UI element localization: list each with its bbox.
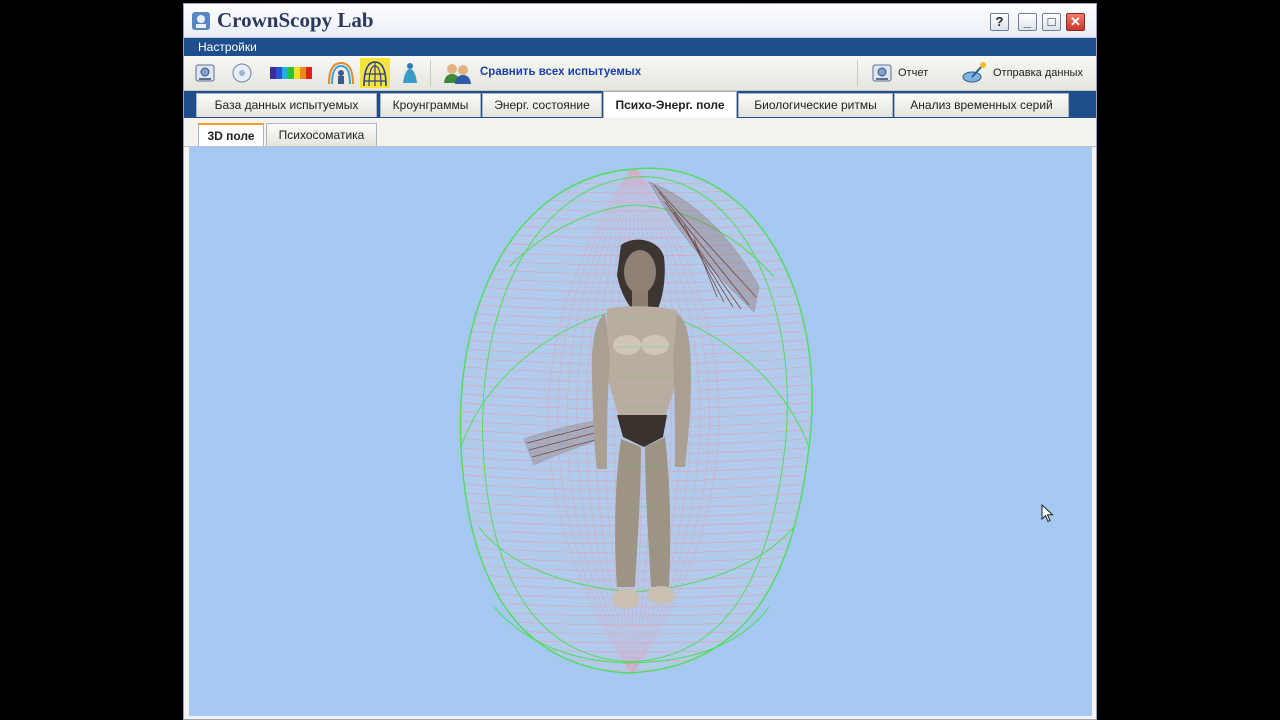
toolbar-separator: [857, 60, 858, 86]
report-icon[interactable]: [870, 61, 894, 85]
tab-crowngrams[interactable]: Кроунграммы: [380, 93, 481, 117]
menu-bar: Настройки: [184, 38, 1096, 56]
sub-tab-bar: 3D поле Психосоматика: [184, 118, 1096, 147]
tab-biological-rhythms[interactable]: Биологические ритмы: [738, 93, 893, 117]
menu-item-settings[interactable]: Настройки: [198, 40, 257, 54]
subtab-3d-field[interactable]: 3D поле: [198, 123, 264, 146]
subtab-psychosomatics[interactable]: Психосоматика: [266, 123, 377, 146]
tab-subjects-database[interactable]: База данных испытуемых: [196, 93, 377, 117]
app-window: CrownScopy Lab ? _ □ ✕ Настройки Сравнит…: [183, 3, 1097, 720]
title-bar[interactable]: CrownScopy Lab ? _ □ ✕: [184, 4, 1096, 38]
app-title: CrownScopy Lab: [217, 8, 374, 32]
people-compare-icon[interactable]: [442, 61, 474, 85]
minimize-button[interactable]: _: [1018, 13, 1037, 31]
globe-grid-icon[interactable]: [360, 58, 390, 88]
app-logo-icon: [192, 12, 210, 30]
disc-icon[interactable]: [230, 61, 254, 85]
report-button[interactable]: Отчет: [898, 67, 928, 79]
bell-figure-icon[interactable]: [398, 61, 422, 85]
psycho-energy-field-render: [459, 167, 813, 674]
toolbar: Сравнить всех испытуемых Отчет Отправка …: [184, 56, 1096, 91]
send-data-button[interactable]: Отправка данных: [993, 67, 1083, 79]
tab-psycho-energy-field[interactable]: Психо-Энерг. поле: [603, 91, 737, 118]
3d-field-viewport[interactable]: [189, 147, 1092, 716]
camera-icon[interactable]: [193, 61, 217, 85]
close-button[interactable]: ✕: [1066, 13, 1085, 31]
compare-all-subjects-button[interactable]: Сравнить всех испытуемых: [480, 66, 641, 78]
aura-icon[interactable]: [327, 61, 355, 85]
satellite-icon[interactable]: [960, 61, 990, 85]
spectrum-icon[interactable]: [270, 61, 314, 85]
tab-time-series-analysis[interactable]: Анализ временных серий: [894, 93, 1069, 117]
tab-energy-state[interactable]: Энерг. состояние: [482, 93, 602, 117]
maximize-button[interactable]: □: [1042, 13, 1061, 31]
toolbar-separator: [430, 60, 431, 86]
main-tab-bar: База данных испытуемых Кроунграммы Энерг…: [184, 91, 1096, 118]
help-button[interactable]: ?: [990, 13, 1009, 31]
mouse-cursor-icon: [1041, 504, 1054, 523]
